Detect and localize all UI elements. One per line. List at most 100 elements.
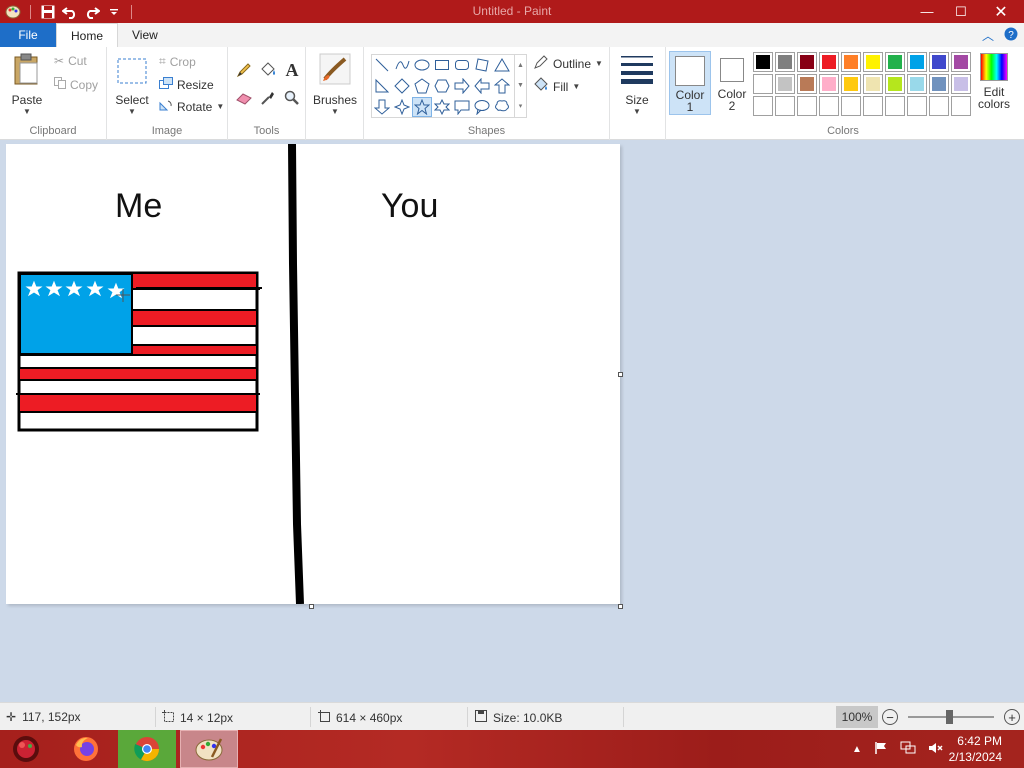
maximize-button[interactable]: ☐ [944, 0, 978, 23]
rectangular-callout-shape-icon[interactable] [452, 97, 472, 117]
crop-button[interactable]: ⌗ Crop [159, 54, 196, 69]
palette-swatch[interactable] [863, 52, 883, 72]
palette-swatch[interactable] [775, 74, 795, 94]
shapes-scrollbar[interactable]: ▲ ▼ ▾ [515, 54, 527, 118]
rectangle-shape-icon[interactable] [432, 55, 452, 75]
edit-colors-button[interactable]: Edit colors [976, 52, 1012, 122]
paste-button[interactable]: Paste ▼ [8, 53, 46, 116]
palette-swatch[interactable] [929, 52, 949, 72]
hexagon-shape-icon[interactable] [432, 76, 452, 96]
palette-swatch[interactable] [797, 96, 817, 116]
diamond-shape-icon[interactable] [392, 76, 412, 96]
six-point-star-shape-icon[interactable] [432, 97, 452, 117]
taskbar-clock[interactable]: 6:42 PM 2/13/2024 [949, 733, 1002, 765]
scroll-up-icon[interactable]: ▲ [517, 62, 524, 69]
zoom-out-button[interactable]: − [882, 709, 898, 725]
palette-swatch[interactable] [885, 96, 905, 116]
size-button[interactable]: Size ▼ [620, 53, 654, 116]
palette-swatch[interactable] [907, 74, 927, 94]
resize-button[interactable]: Resize [159, 77, 214, 92]
network-icon[interactable] [900, 741, 916, 758]
right-triangle-shape-icon[interactable] [372, 76, 392, 96]
palette-swatch[interactable] [951, 74, 971, 94]
five-point-star-shape-icon[interactable] [412, 97, 432, 117]
rotate-button[interactable]: Rotate ▼ [159, 99, 224, 114]
triangle-shape-icon[interactable] [492, 55, 512, 75]
resize-handle-corner[interactable] [618, 604, 623, 609]
palette-swatch[interactable] [885, 74, 905, 94]
firefox-taskbar-button[interactable] [58, 730, 114, 768]
palette-swatch[interactable] [929, 74, 949, 94]
palette-swatch[interactable] [841, 96, 861, 116]
palette-swatch[interactable] [819, 74, 839, 94]
close-button[interactable]: ✕ [978, 0, 1024, 23]
expand-gallery-icon[interactable]: ▾ [519, 102, 523, 110]
brushes-button[interactable]: Brushes ▼ [313, 53, 357, 116]
resize-handle-right[interactable] [618, 372, 623, 377]
right-arrow-shape-icon[interactable] [452, 76, 472, 96]
tab-file[interactable]: File [0, 23, 56, 47]
palette-swatch[interactable] [753, 74, 773, 94]
tab-home[interactable]: Home [56, 23, 119, 47]
eraser-icon[interactable] [234, 88, 254, 108]
fill-button[interactable]: Fill ▼ [533, 77, 580, 96]
curve-shape-icon[interactable] [392, 55, 412, 75]
palette-swatch[interactable] [797, 74, 817, 94]
cut-button[interactable]: ✂ Cut [54, 54, 87, 68]
drawing-canvas[interactable]: Me You [6, 144, 620, 604]
palette-swatch[interactable] [951, 52, 971, 72]
palette-swatch[interactable] [819, 52, 839, 72]
pentagon-shape-icon[interactable] [412, 76, 432, 96]
rounded-rectangle-shape-icon[interactable] [452, 55, 472, 75]
color-picker-icon[interactable] [258, 88, 278, 108]
palette-swatch[interactable] [753, 96, 773, 116]
speaker-muted-icon[interactable] [928, 741, 944, 758]
palette-swatch[interactable] [819, 96, 839, 116]
resize-handle-bottom[interactable] [309, 604, 314, 609]
scroll-down-icon[interactable]: ▼ [517, 82, 524, 89]
palette-swatch[interactable] [775, 96, 795, 116]
palette-swatch[interactable] [841, 52, 861, 72]
palette-swatch[interactable] [863, 96, 883, 116]
zoom-in-button[interactable]: + [1004, 709, 1020, 725]
copy-button[interactable]: Copy [54, 77, 98, 92]
outline-button[interactable]: Outline ▼ [533, 54, 603, 73]
color-1-button[interactable]: Color 1 [669, 51, 711, 115]
palette-swatch[interactable] [907, 96, 927, 116]
chrome-taskbar-button[interactable] [118, 730, 176, 768]
four-point-star-shape-icon[interactable] [392, 97, 412, 117]
paint-taskbar-button[interactable] [180, 730, 238, 768]
help-icon[interactable]: ? [1004, 27, 1018, 44]
fill-bucket-icon[interactable] [258, 60, 278, 80]
magnifier-icon[interactable] [282, 88, 302, 108]
cloud-callout-shape-icon[interactable] [492, 97, 512, 117]
color-2-button[interactable]: Color 2 [713, 51, 751, 115]
palette-swatch[interactable] [841, 74, 861, 94]
palette-swatch[interactable] [907, 52, 927, 72]
select-button[interactable]: Select ▼ [115, 55, 149, 116]
palette-swatch[interactable] [929, 96, 949, 116]
down-arrow-shape-icon[interactable] [372, 97, 392, 117]
canvas-workspace[interactable]: Me You [0, 140, 1024, 702]
palette-swatch[interactable] [885, 52, 905, 72]
oval-callout-shape-icon[interactable] [472, 97, 492, 117]
palette-swatch[interactable] [753, 52, 773, 72]
flag-icon[interactable] [874, 741, 888, 758]
pencil-icon[interactable] [234, 60, 254, 80]
palette-swatch[interactable] [775, 52, 795, 72]
line-shape-icon[interactable] [372, 55, 392, 75]
palette-swatch[interactable] [863, 74, 883, 94]
left-arrow-shape-icon[interactable] [472, 76, 492, 96]
up-arrow-shape-icon[interactable] [492, 76, 512, 96]
start-button[interactable] [4, 730, 48, 768]
text-tool-icon[interactable]: A [282, 60, 302, 80]
polygon-shape-icon[interactable] [472, 55, 492, 75]
oval-shape-icon[interactable] [412, 55, 432, 75]
tab-view[interactable]: View [118, 23, 172, 47]
minimize-button[interactable]: — [910, 0, 944, 23]
palette-swatch[interactable] [797, 52, 817, 72]
palette-swatch[interactable] [951, 96, 971, 116]
zoom-slider-thumb[interactable] [946, 710, 953, 724]
show-hidden-icons-icon[interactable]: ▲ [852, 744, 862, 755]
minimize-ribbon-icon[interactable]: ︿ [982, 27, 994, 44]
